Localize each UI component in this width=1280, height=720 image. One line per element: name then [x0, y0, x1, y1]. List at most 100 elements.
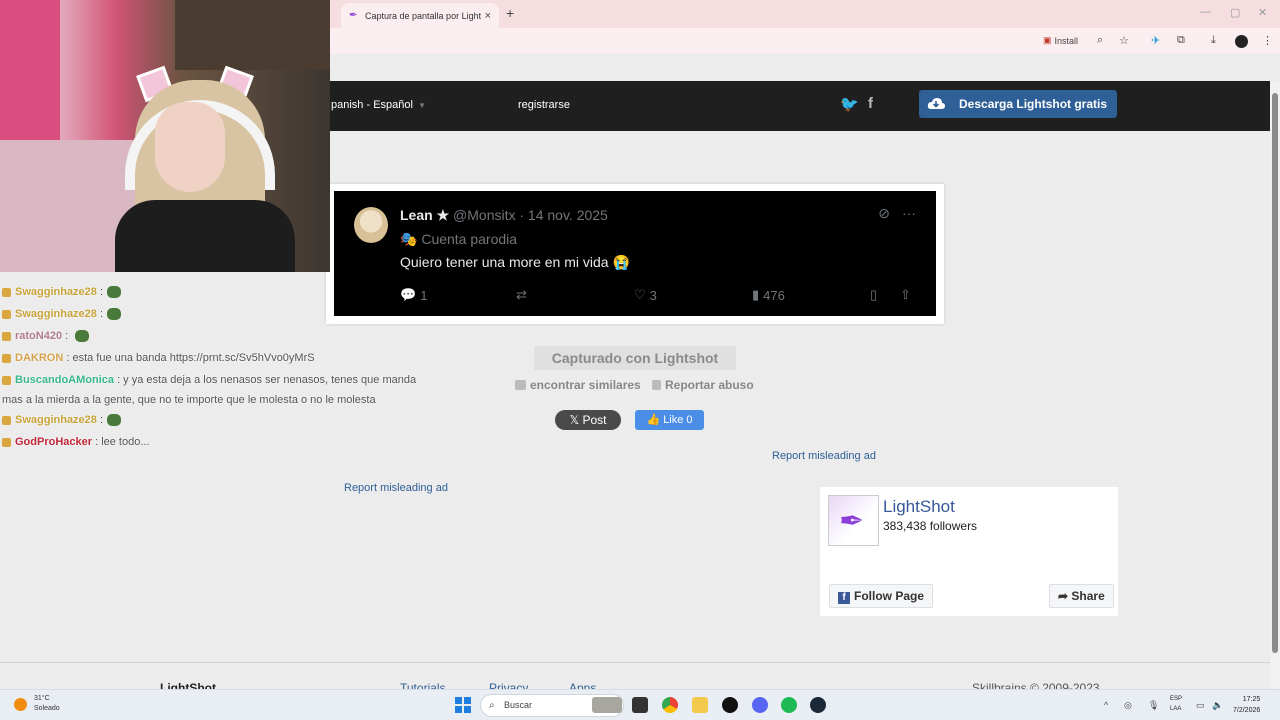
language-label: panish - Español: [331, 99, 413, 111]
volume-icon[interactable]: 🔈: [1212, 700, 1223, 711]
chat-badge-icon: [2, 353, 11, 363]
weather-widget[interactable]: 31°C Soleado: [34, 694, 60, 714]
new-tab-button[interactable]: +: [506, 5, 514, 21]
language-indicator[interactable]: ESP LAA: [1170, 694, 1182, 714]
chat-text: : esta fue una banda https://prnt.sc/Sv5…: [63, 352, 315, 364]
task-view-icon[interactable]: [632, 697, 648, 713]
flag-icon: [652, 380, 661, 390]
chat-message: Swagginhaze28 :: [2, 303, 452, 325]
clock[interactable]: 17:25 7/2/2026: [1233, 694, 1260, 716]
chrome-icon[interactable]: [662, 697, 678, 713]
download-lightshot-button[interactable]: Descarga Lightshot gratis: [919, 90, 1117, 118]
scroll-thumb[interactable]: [1272, 93, 1278, 653]
chat-username[interactable]: Swagginhaze28: [15, 414, 97, 426]
footer-link-apps[interactable]: Apps: [569, 681, 596, 689]
chat-badge-icon: [2, 309, 11, 319]
footer-link-privacy[interactable]: Privacy: [489, 681, 528, 689]
clock-time: 17:25: [1242, 696, 1261, 703]
chat-username[interactable]: BuscandoAMonica: [15, 374, 114, 386]
profile-avatar[interactable]: [1235, 35, 1248, 48]
share-icon: ⇧: [900, 287, 911, 302]
stream-chat: Swagginhaze28 : Swagginhaze28 : ratoN420 :…: [2, 281, 452, 453]
register-link[interactable]: registrarse: [518, 99, 570, 111]
report-ad-link-2[interactable]: Report misleading ad: [344, 482, 448, 494]
fb-share-button[interactable]: ➦ Share: [1049, 584, 1114, 608]
chat-badge-icon: [2, 437, 11, 447]
follow-page-button[interactable]: f Follow Page: [829, 584, 934, 608]
chat-text: :: [96, 286, 104, 298]
x-post-button[interactable]: 𝕏 Post: [555, 410, 621, 430]
facebook-icon[interactable]: f: [868, 95, 873, 112]
mask-icon: 🎭: [400, 231, 418, 247]
tweet-text: Quiero tener una more en mi vida 😭: [400, 254, 630, 270]
chat-text: :: [62, 330, 72, 342]
taskbar-widget-thumbnail[interactable]: [592, 697, 622, 713]
find-similar-label: encontrar similares: [530, 378, 641, 392]
lang-code: ESP: [1170, 696, 1183, 702]
download-icon[interactable]: ⤓: [1211, 34, 1216, 47]
footer-divider: [0, 662, 1270, 663]
chat-emote-icon: [107, 308, 122, 321]
tweet-author-name: Lean: [400, 207, 433, 223]
heart-icon: ♡: [634, 287, 646, 302]
temperature: 31°C: [34, 695, 50, 702]
spotify-icon[interactable]: [781, 697, 797, 713]
clock-date: 7/2/2026: [1233, 707, 1261, 714]
microphone-icon[interactable]: 🎙: [1148, 700, 1159, 711]
browser-menu-icon[interactable]: ⋮: [1262, 34, 1273, 47]
page-scrollbar[interactable]: [1270, 81, 1280, 689]
steam-icon[interactable]: [810, 697, 826, 713]
chat-username[interactable]: GodProHacker: [15, 436, 92, 448]
language-selector[interactable]: panish - Español ▼: [331, 99, 426, 111]
tweet-avatar: [354, 207, 388, 243]
install-app-icon: ▣: [1043, 35, 1052, 45]
weather-condition: Soleado: [34, 705, 60, 712]
extensions-icon[interactable]: ⧉: [1177, 34, 1185, 47]
chat-text: :: [96, 308, 104, 320]
chat-message: DAKRON : esta fue una banda https://prnt…: [2, 347, 452, 369]
chat-badge-icon: [2, 287, 11, 297]
zoom-icon[interactable]: ⌕: [1097, 34, 1103, 47]
chat-username[interactable]: Swagginhaze28: [15, 286, 97, 298]
share-label: Share: [1071, 589, 1105, 603]
bookmark-star-icon[interactable]: ☆: [1119, 34, 1129, 47]
install-button[interactable]: ▣ Install: [1043, 35, 1078, 46]
chat-username[interactable]: Swagginhaze28: [15, 308, 97, 320]
app-icon[interactable]: [722, 697, 738, 713]
file-explorer-icon[interactable]: [692, 697, 708, 713]
footer-logo[interactable]: LightShot: [160, 681, 216, 689]
like-count-value: 3: [649, 287, 657, 303]
chat-badge-icon: [2, 331, 11, 341]
chat-username[interactable]: ratoN420: [15, 330, 62, 342]
fb-page-name[interactable]: LightShot: [883, 497, 955, 517]
minimize-icon[interactable]: —: [1200, 6, 1211, 18]
twitter-icon[interactable]: 🐦: [840, 95, 859, 113]
maximize-icon[interactable]: ▢: [1230, 6, 1240, 19]
find-similar-link[interactable]: encontrar similares: [515, 378, 641, 392]
tab-title: Captura de pantalla por Lightshot: [365, 10, 481, 21]
tweet-header: Lean ★ @Monsitx · 14 nov. 2025: [400, 207, 608, 224]
tray-chevron-icon[interactable]: ^: [1104, 700, 1108, 710]
window-close-icon[interactable]: ✕: [1258, 6, 1267, 19]
tray-app-icon[interactable]: ◎: [1124, 700, 1132, 711]
bookmark-icon: ▯: [870, 287, 878, 302]
streamer: [115, 60, 295, 272]
lightshot-logo[interactable]: ✒: [828, 495, 879, 546]
streamer-shirt: [115, 200, 295, 272]
parody-label: 🎭 Cuenta parodia: [400, 231, 517, 248]
sun-icon[interactable]: [14, 698, 27, 711]
report-ad-link[interactable]: Report misleading ad: [772, 450, 876, 462]
facebook-page-widget: ✒ LightShot 383,438 followers f Follow Pa…: [820, 487, 1118, 616]
report-abuse-link[interactable]: Reportar abuso: [652, 378, 754, 392]
start-button[interactable]: [455, 697, 471, 713]
chat-username[interactable]: DAKRON: [15, 352, 63, 364]
translate-extension-icon[interactable]: ✈: [1151, 34, 1160, 47]
facebook-like-button[interactable]: 👍 Like 0: [635, 410, 704, 430]
chat-message: BuscandoAMonica : y ya esta deja a los n…: [2, 369, 452, 391]
browser-tab[interactable]: ✒ Captura de pantalla por Lightshot ×: [341, 3, 499, 28]
tab-close-icon[interactable]: ×: [485, 10, 491, 22]
network-icon[interactable]: ▭: [1196, 700, 1205, 711]
footer-link-tutorials[interactable]: Tutorials: [400, 681, 446, 689]
discord-icon[interactable]: [752, 697, 768, 713]
chat-emote-icon: [107, 414, 122, 427]
